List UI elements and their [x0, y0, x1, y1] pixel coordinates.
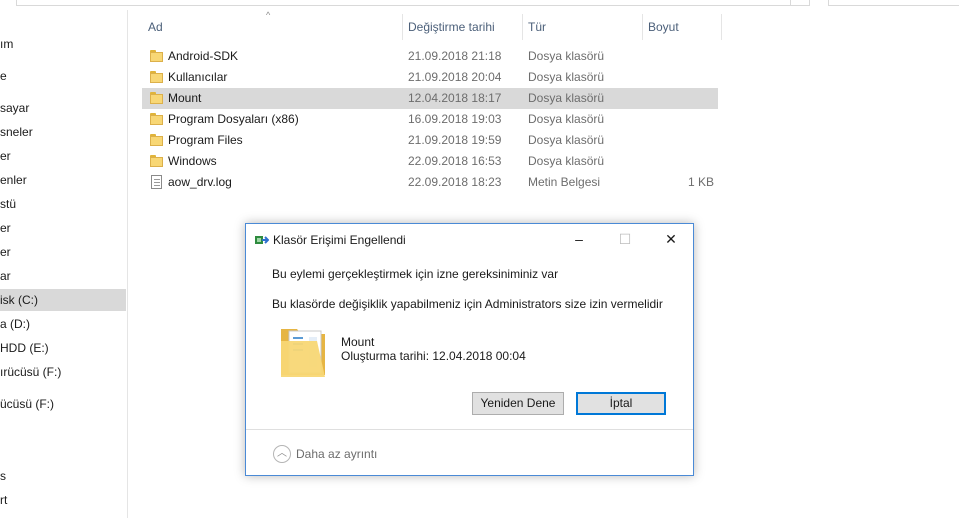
- column-separator[interactable]: [402, 14, 403, 40]
- file-type: Dosya klasörü: [528, 133, 605, 147]
- maximize-button: ☐: [618, 231, 632, 247]
- file-name: Android-SDK: [168, 49, 239, 63]
- folder-access-icon: [255, 236, 269, 244]
- fewer-details-link[interactable]: Daha az ayrıntı: [296, 447, 377, 461]
- file-row[interactable]: Windows 22.09.2018 16:53 Dosya klasörü: [142, 151, 718, 172]
- file-name: Mount: [168, 91, 202, 105]
- file-size: [642, 130, 714, 151]
- column-header-date[interactable]: Değiştirme tarihi: [408, 14, 495, 40]
- dialog-message-primary: Bu eylemi gerçekleştirmek için izne gere…: [272, 267, 559, 281]
- column-separator[interactable]: [522, 14, 523, 40]
- nav-item[interactable]: a (D:): [0, 313, 126, 335]
- search-box[interactable]: [828, 0, 959, 6]
- file-date: 22.09.2018 18:23: [408, 175, 502, 189]
- nav-item[interactable]: s: [0, 465, 126, 487]
- file-date: 21.09.2018 21:18: [408, 49, 502, 63]
- file-size: [642, 67, 714, 88]
- nav-item[interactable]: ar: [0, 265, 126, 287]
- file-size: [642, 109, 714, 130]
- file-date: 21.09.2018 20:04: [408, 70, 502, 84]
- file-row[interactable]: Android-SDK 21.09.2018 21:18 Dosya klasörü: [142, 46, 718, 67]
- file-type: Dosya klasörü: [528, 49, 605, 63]
- nav-item[interactable]: stü: [0, 193, 126, 215]
- item-created-date: Oluşturma tarihi: 12.04.2018 00:04: [341, 349, 526, 363]
- folder-icon: [150, 71, 163, 83]
- file-type: Dosya klasörü: [528, 112, 605, 126]
- file-date: 12.04.2018 18:17: [408, 91, 502, 105]
- close-button[interactable]: ✕: [648, 224, 694, 254]
- file-row[interactable]: Program Dosyaları (x86) 16.09.2018 19:03 D…: [142, 109, 718, 130]
- file-row[interactable]: Kullanıcılar 21.09.2018 20:04 Dosya klasör…: [142, 67, 718, 88]
- file-type: Dosya klasörü: [528, 70, 605, 84]
- nav-item[interactable]: HDD (E:): [0, 337, 126, 359]
- column-header-type[interactable]: Tür: [528, 14, 546, 40]
- dialog-footer: ︿ Daha az ayrıntı: [246, 429, 693, 475]
- file-size: 1 KB: [687, 175, 714, 189]
- file-type: Dosya klasörü: [528, 154, 605, 168]
- file-size: [642, 46, 714, 67]
- navigation-pane: ım e sayar sneler er enler stü er er ar isk (C:) a …: [0, 10, 128, 518]
- file-name: aow_drv.log: [168, 175, 232, 189]
- file-name: Windows: [168, 154, 217, 168]
- cancel-button[interactable]: İptal: [576, 392, 666, 415]
- file-type: Metin Belgesi: [528, 175, 601, 189]
- dialog-title: Klasör Erişimi Engellendi: [273, 233, 406, 247]
- text-file-icon: [151, 175, 162, 189]
- item-name: Mount: [341, 335, 375, 349]
- nav-item[interactable]: isk (C:): [0, 289, 126, 311]
- nav-item[interactable]: sayar: [0, 97, 126, 119]
- column-header-name[interactable]: Ad: [148, 14, 163, 40]
- sort-ascending-icon: ^: [266, 10, 271, 20]
- file-row[interactable]: Mount 12.04.2018 18:17 Dosya klasörü: [142, 88, 718, 109]
- address-bar[interactable]: [16, 0, 810, 6]
- file-name: Program Files: [168, 133, 243, 147]
- file-size: [642, 151, 714, 172]
- folder-icon: [150, 50, 163, 62]
- address-bar-area: [0, 0, 959, 8]
- file-date: 16.09.2018 19:03: [408, 112, 502, 126]
- file-row[interactable]: Program Files 21.09.2018 19:59 Dosya klasö…: [142, 130, 718, 151]
- nav-item[interactable]: ücüsü (F:): [0, 393, 126, 415]
- column-separator[interactable]: [721, 14, 722, 40]
- file-name: Program Dosyaları (x86): [168, 112, 299, 126]
- folder-access-denied-dialog: Klasör Erişimi Engellendi – ☐ ✕ Bu eylem…: [245, 223, 694, 476]
- file-size: [642, 88, 714, 109]
- nav-item[interactable]: sneler: [0, 121, 126, 143]
- nav-item[interactable]: er: [0, 145, 126, 167]
- dialog-message-secondary: Bu klasörde değişiklik yapabilmeniz için…: [272, 297, 663, 311]
- folder-icon: [150, 134, 163, 146]
- file-name: Kullanıcılar: [168, 70, 228, 84]
- folder-icon: [150, 113, 163, 125]
- chevron-up-icon[interactable]: ︿: [273, 445, 291, 463]
- folder-icon: [150, 155, 163, 167]
- nav-item[interactable]: enler: [0, 169, 126, 191]
- nav-item[interactable]: er: [0, 217, 126, 239]
- large-folder-icon: [281, 329, 325, 377]
- column-separator[interactable]: [642, 14, 643, 40]
- nav-item[interactable]: ım: [0, 33, 126, 55]
- file-date: 21.09.2018 19:59: [408, 133, 502, 147]
- nav-item[interactable]: rt: [0, 489, 126, 511]
- nav-item[interactable]: ırücüsü (F:): [0, 361, 126, 383]
- column-header-size[interactable]: Boyut: [648, 14, 679, 40]
- file-type: Dosya klasörü: [528, 91, 605, 105]
- nav-item[interactable]: e: [0, 65, 126, 87]
- folder-icon: [150, 92, 163, 104]
- retry-button[interactable]: Yeniden Dene: [472, 392, 564, 415]
- file-row[interactable]: aow_drv.log 22.09.2018 18:23 Metin Belgesi…: [142, 172, 718, 193]
- minimize-button[interactable]: –: [556, 224, 602, 254]
- address-dropdown-button[interactable]: [790, 0, 812, 6]
- nav-item[interactable]: er: [0, 241, 126, 263]
- file-date: 22.09.2018 16:53: [408, 154, 502, 168]
